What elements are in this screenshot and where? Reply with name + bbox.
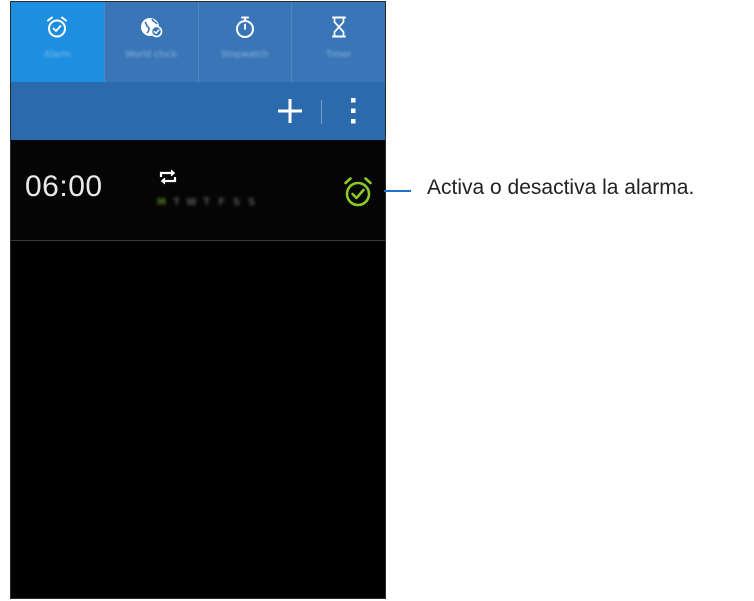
alarm-time: 06:00: [25, 170, 103, 203]
page: Alarm World clock Stopwatch Timer 06:00 …: [0, 0, 754, 601]
phone-screen: Alarm World clock Stopwatch Timer 06:00 …: [10, 1, 386, 599]
empty-list-area: [11, 241, 385, 598]
day-label: S: [233, 197, 240, 208]
tab-alarm[interactable]: Alarm: [11, 2, 105, 82]
globe-icon: [141, 18, 163, 38]
tab-label: Stopwatch: [221, 50, 269, 60]
day-label: T: [203, 197, 210, 208]
day-label: M: [157, 197, 166, 208]
action-bar: [11, 82, 385, 140]
tab-bar: Alarm World clock Stopwatch Timer: [11, 2, 385, 82]
plus-icon[interactable]: [273, 94, 307, 128]
day-label: S: [248, 197, 255, 208]
more-vertical-icon[interactable]: [343, 95, 363, 127]
hourglass-icon: [331, 16, 346, 38]
action-divider: [321, 100, 322, 124]
alarm-toggle-button[interactable]: [341, 174, 375, 210]
repeat-icon: [159, 169, 177, 185]
alarm-clock-icon: [47, 16, 68, 38]
alarm-clock-icon: [344, 177, 372, 207]
tab-stopwatch[interactable]: Stopwatch: [199, 2, 293, 82]
repeat-days: M T W T F S S: [156, 197, 257, 208]
tab-label: Timer: [325, 50, 352, 60]
callout-leader-line: [384, 190, 411, 192]
tab-label: World clock: [125, 50, 178, 60]
tab-label: Alarm: [44, 50, 71, 60]
day-label: W: [186, 197, 197, 208]
day-label: F: [218, 197, 225, 208]
alarm-list-item[interactable]: 06:00 M T W T F S S: [11, 140, 385, 240]
callout-text: Activa o desactiva la alarma.: [427, 176, 695, 199]
day-label: T: [173, 197, 180, 208]
tab-timer[interactable]: Timer: [292, 2, 385, 82]
stopwatch-icon: [235, 16, 254, 38]
tab-world-clock[interactable]: World clock: [105, 2, 199, 82]
